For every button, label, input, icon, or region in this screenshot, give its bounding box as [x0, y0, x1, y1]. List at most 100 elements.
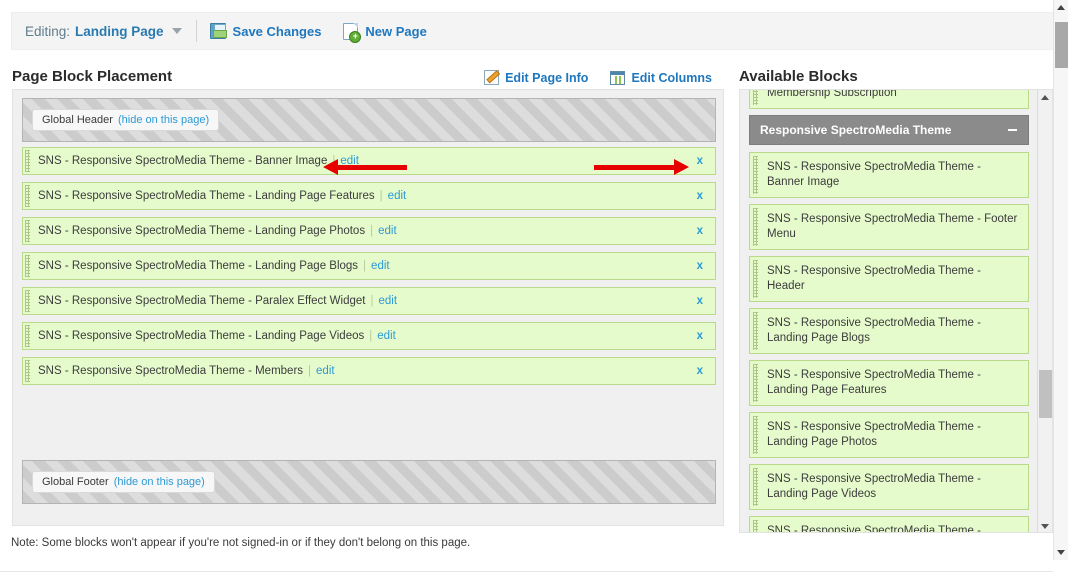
label-separator: |	[363, 260, 367, 272]
save-changes-button[interactable]: Save Changes	[209, 23, 322, 39]
edit-page-info-label: Edit Page Info	[505, 70, 589, 85]
drag-handle-icon[interactable]	[753, 312, 758, 350]
edit-block-link[interactable]: edit	[378, 225, 397, 237]
save-changes-label: Save Changes	[232, 23, 322, 39]
label-separator: |	[369, 330, 373, 342]
page-block-placement-title: Page Block Placement	[12, 68, 173, 85]
available-block-label: SNS - Responsive SpectroMedia Theme - He…	[767, 265, 981, 292]
remove-block-button[interactable]: x	[697, 155, 703, 167]
placed-block-label: SNS - Responsive SpectroMedia Theme - La…	[38, 260, 359, 272]
available-block-item[interactable]: SNS - Responsive SpectroMedia Theme - Me…	[749, 516, 1029, 533]
available-blocks-panel: Membership Subscription Responsive Spect…	[739, 89, 1053, 533]
edit-block-link[interactable]: edit	[316, 365, 335, 377]
available-blocks-title: Available Blocks	[739, 68, 858, 85]
placed-block-row[interactable]: SNS - Responsive SpectroMedia Theme - La…	[22, 182, 716, 210]
placed-block-label: SNS - Responsive SpectroMedia Theme - La…	[38, 330, 365, 342]
drag-handle-icon[interactable]	[25, 290, 30, 312]
scrollbar-thumb[interactable]	[1039, 370, 1052, 418]
placed-block-row[interactable]: SNS - Responsive SpectroMedia Theme - La…	[22, 217, 716, 245]
remove-block-button[interactable]: x	[697, 190, 703, 202]
drag-handle-icon[interactable]	[25, 150, 30, 172]
placed-block-row[interactable]: SNS - Responsive SpectroMedia Theme - Me…	[22, 357, 716, 385]
current-page-name[interactable]: Landing Page	[75, 24, 164, 39]
available-block-item[interactable]: SNS - Responsive SpectroMedia Theme - Fo…	[749, 204, 1029, 250]
available-block-item[interactable]: SNS - Responsive SpectroMedia Theme - La…	[749, 412, 1029, 458]
available-block-item[interactable]: SNS - Responsive SpectroMedia Theme - La…	[749, 308, 1029, 354]
page-scroll-up-arrow-icon[interactable]	[1054, 0, 1068, 15]
edit-block-link[interactable]: edit	[371, 260, 390, 272]
global-footer-label: Global Footer	[42, 476, 109, 488]
drag-handle-icon[interactable]	[753, 520, 758, 532]
drag-handle-icon[interactable]	[25, 255, 30, 277]
page-scrollbar-thumb[interactable]	[1055, 22, 1068, 68]
floppy-disk-icon	[209, 23, 227, 39]
annotation-arrow-right	[594, 159, 689, 175]
drag-handle-icon[interactable]	[753, 364, 758, 402]
editing-label: Editing:	[25, 23, 71, 39]
remove-block-button[interactable]: x	[697, 260, 703, 272]
placed-block-row[interactable]: SNS - Responsive SpectroMedia Theme - La…	[22, 322, 716, 350]
global-header-label: Global Header	[42, 114, 113, 126]
global-header-tag: Global Header (hide on this page)	[32, 109, 220, 131]
available-block-item[interactable]: SNS - Responsive SpectroMedia Theme - Ba…	[749, 152, 1029, 198]
drag-handle-icon[interactable]	[753, 90, 758, 105]
page-scroll-down-arrow-icon[interactable]	[1054, 545, 1068, 560]
remove-block-button[interactable]: x	[697, 295, 703, 307]
placed-block-row[interactable]: SNS - Responsive SpectroMedia Theme - Ba…	[22, 147, 716, 175]
global-footer-tag: Global Footer (hide on this page)	[32, 471, 215, 493]
available-block-item[interactable]: SNS - Responsive SpectroMedia Theme - La…	[749, 464, 1029, 510]
global-footer-hide-link[interactable]: (hide on this page)	[114, 476, 205, 488]
drag-handle-icon[interactable]	[25, 325, 30, 347]
edit-page-info-button[interactable]: Edit Page Info	[484, 70, 588, 85]
remove-block-button[interactable]: x	[697, 225, 703, 237]
drag-handle-icon[interactable]	[753, 156, 758, 194]
available-block-label: SNS - Responsive SpectroMedia Theme - Me…	[767, 525, 981, 533]
page-actions-bar: Edit Page Info Edit Columns	[462, 70, 712, 85]
columns-layout-icon	[610, 70, 626, 85]
scroll-up-arrow-icon[interactable]	[1038, 90, 1052, 105]
label-separator: |	[370, 295, 374, 307]
edit-block-link[interactable]: edit	[378, 295, 397, 307]
label-separator: |	[308, 365, 312, 377]
available-block-label: SNS - Responsive SpectroMedia Theme - Ba…	[767, 161, 981, 188]
global-header-region[interactable]: Global Header (hide on this page)	[22, 98, 716, 142]
drag-handle-icon[interactable]	[25, 360, 30, 382]
new-page-icon	[343, 22, 362, 43]
edit-block-link[interactable]: edit	[377, 330, 396, 342]
edit-columns-label: Edit Columns	[631, 70, 712, 85]
drag-handle-icon[interactable]	[753, 468, 758, 506]
new-page-button[interactable]: New Page	[343, 22, 427, 43]
remove-block-button[interactable]: x	[697, 365, 703, 377]
drag-handle-icon[interactable]	[25, 185, 30, 207]
remove-block-button[interactable]: x	[697, 330, 703, 342]
edit-block-link[interactable]: edit	[388, 190, 407, 202]
scroll-down-arrow-icon[interactable]	[1038, 519, 1052, 532]
available-block-label: SNS - Responsive SpectroMedia Theme - La…	[767, 421, 981, 448]
placed-block-label: SNS - Responsive SpectroMedia Theme - Me…	[38, 365, 304, 377]
drag-handle-icon[interactable]	[753, 208, 758, 246]
placed-block-label: SNS - Responsive SpectroMedia Theme - La…	[38, 225, 366, 237]
minus-icon[interactable]	[1008, 129, 1017, 131]
chevron-down-icon[interactable]	[171, 28, 182, 34]
available-blocks-list: SNS - Responsive SpectroMedia Theme - Ba…	[749, 152, 1029, 533]
page-scrollbar[interactable]	[1053, 0, 1068, 560]
drag-handle-icon[interactable]	[753, 260, 758, 298]
available-block-item[interactable]: SNS - Responsive SpectroMedia Theme - La…	[749, 360, 1029, 406]
placed-block-label: SNS - Responsive SpectroMedia Theme - Pa…	[38, 295, 366, 307]
available-block-item[interactable]: SNS - Responsive SpectroMedia Theme - He…	[749, 256, 1029, 302]
available-block-label: SNS - Responsive SpectroMedia Theme - La…	[767, 317, 981, 344]
block-group-header-responsive-spectromedia-theme[interactable]: Responsive SpectroMedia Theme	[749, 115, 1029, 145]
label-separator: |	[379, 190, 383, 202]
global-header-hide-link[interactable]: (hide on this page)	[118, 114, 209, 126]
available-blocks-scrollbar[interactable]	[1037, 90, 1052, 532]
drag-handle-icon[interactable]	[753, 416, 758, 454]
drag-handle-icon[interactable]	[25, 220, 30, 242]
global-footer-region[interactable]: Global Footer (hide on this page)	[22, 460, 716, 504]
placed-block-row[interactable]: SNS - Responsive SpectroMedia Theme - Pa…	[22, 287, 716, 315]
new-page-label: New Page	[365, 23, 427, 39]
available-blocks-viewport: Membership Subscription Responsive Spect…	[740, 90, 1038, 533]
available-block-partial[interactable]: Membership Subscription	[749, 90, 1029, 109]
placed-block-row[interactable]: SNS - Responsive SpectroMedia Theme - La…	[22, 252, 716, 280]
pencil-edit-icon	[484, 70, 500, 85]
edit-columns-button[interactable]: Edit Columns	[610, 70, 712, 85]
